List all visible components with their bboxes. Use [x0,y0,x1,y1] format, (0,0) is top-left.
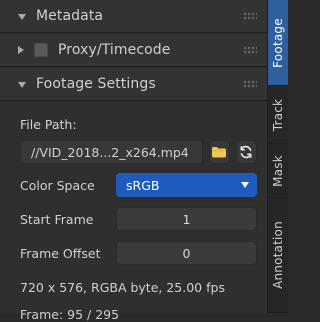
panel-header-label: Proxy/Timecode [58,42,171,58]
footage-info: 720 x 576, RGBA byte, 25.00 fps [20,280,225,295]
panel-header-footage-settings[interactable]: Footage Settings [0,68,267,101]
grip-icon[interactable] [243,12,257,20]
chevron-down-icon [241,182,249,188]
color-space-label: Color Space [20,177,95,193]
panel-header-left: Proxy/Timecode [18,42,171,58]
panel-header-label: Footage Settings [36,76,156,92]
grip-icon[interactable] [243,80,257,88]
start-frame-label: Start Frame [20,211,94,227]
color-space-value: sRGB [126,177,160,193]
file-path-label: File Path: [20,117,77,132]
properties-panel: Metadata Proxy/Timecode Footage Settings… [0,0,267,322]
panel-header-label: Metadata [36,8,104,24]
panel-header-left: Metadata [18,8,103,24]
tab-label: Footage [271,17,285,68]
tab-annotation[interactable]: Annotation [268,198,288,313]
folder-icon [212,147,227,158]
frame-info: Frame: 95 / 295 [20,307,120,322]
panel-header-left: Footage Settings [18,76,156,92]
frame-offset-row: Frame Offset 0 [20,240,257,266]
start-frame-row: Start Frame 1 [20,206,257,232]
tab-label: Track [271,98,285,131]
file-path-field[interactable]: //VID_2018...2_x264.mp4 [20,140,203,164]
footage-settings-content: File Path: //VID_2018...2_x264.mp4 Color… [0,101,267,322]
grip-icon[interactable] [243,46,257,54]
tab-track[interactable]: Track [268,86,288,144]
reload-icon [240,145,252,159]
properties-sidebar: Metadata Proxy/Timecode Footage Settings… [0,0,288,322]
tab-footage[interactable]: Footage [268,0,288,86]
reload-button[interactable] [235,140,258,164]
frame-offset-label: Frame Offset [20,245,101,261]
frame-offset-field[interactable]: 0 [116,241,257,265]
tab-label: Annotation [271,221,285,289]
start-frame-field[interactable]: 1 [116,207,257,231]
panel-header-metadata[interactable]: Metadata [0,0,267,33]
tab-label: Mask [271,154,285,187]
sidebar-tab-strip: Footage Track Mask Annotation [267,0,288,313]
triangle-icon [18,82,26,88]
folder-button[interactable] [208,140,230,164]
color-space-dropdown[interactable]: sRGB [116,173,257,197]
file-path-row: //VID_2018...2_x264.mp4 [20,140,258,164]
triangle-icon [18,14,26,20]
checkbox-icon[interactable] [34,43,48,57]
panel-header-proxy-timecode[interactable]: Proxy/Timecode [0,34,267,67]
tab-mask[interactable]: Mask [268,144,288,198]
color-space-row: Color Space sRGB [20,172,257,198]
triangle-icon [18,46,24,54]
